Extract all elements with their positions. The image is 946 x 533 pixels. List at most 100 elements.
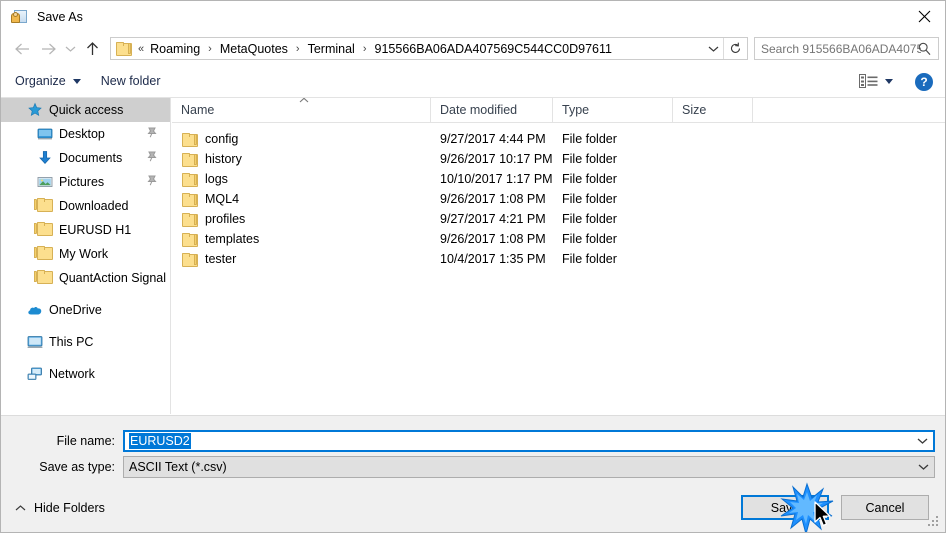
cancel-button[interactable]: Cancel [841, 495, 929, 520]
breadcrumb-item-terminal-id[interactable]: 915566BA06ADA407569C544CC0D97611 [373, 41, 614, 57]
save-as-dialog: Save As « Roaming › MetaQuotes › Termina… [0, 0, 946, 533]
save-label: Save [770, 500, 800, 515]
column-header-type[interactable]: Type [553, 98, 673, 123]
file-name-cell: config [172, 132, 431, 147]
pictures-icon [37, 174, 53, 190]
documents-icon [37, 150, 53, 166]
column-header-label: Date modified [440, 103, 518, 117]
column-header-row: Name Date modified Type Size [172, 98, 945, 123]
file-name-cell: profiles [172, 212, 431, 227]
table-row[interactable]: templates 9/26/2017 1:08 PM File folder [172, 229, 945, 249]
sidebar-item-quick-access[interactable]: Quick access [1, 98, 170, 122]
file-name-cell: MQL4 [172, 192, 431, 207]
file-name-label: tester [205, 252, 237, 266]
address-folder-icon [116, 41, 132, 56]
sidebar-item-eurusd-h1[interactable]: EURUSD H1 [1, 218, 170, 242]
save-as-type-dropdown-button[interactable] [912, 457, 934, 477]
folder-icon [34, 222, 53, 238]
window-title: Save As [37, 9, 83, 24]
file-rows-container: config 9/27/2017 4:44 PM File folder his… [172, 123, 945, 269]
search-box[interactable] [754, 37, 939, 60]
forward-button[interactable] [35, 36, 61, 62]
sidebar-item-desktop[interactable]: Desktop [1, 122, 170, 146]
search-input[interactable] [761, 41, 921, 56]
column-header-name[interactable]: Name [172, 98, 431, 123]
folder-icon [182, 132, 198, 147]
up-one-level-button[interactable] [79, 36, 105, 62]
file-name-input[interactable]: EURUSD2 [123, 430, 935, 452]
chevron-down-icon [65, 46, 75, 52]
sidebar-item-documents[interactable]: Documents [1, 146, 170, 170]
folder-icon [182, 192, 198, 207]
file-date-cell: 9/27/2017 4:21 PM [440, 212, 546, 226]
file-type-cell: File folder [562, 252, 617, 266]
folder-icon [34, 246, 53, 262]
pin-icon [146, 127, 157, 141]
breadcrumb-separator[interactable]: › [357, 43, 373, 55]
back-button[interactable] [9, 36, 35, 62]
sidebar-item-pictures[interactable]: Pictures [1, 170, 170, 194]
close-button[interactable] [901, 1, 945, 32]
hide-folders-button[interactable]: Hide Folders [15, 501, 105, 515]
file-name-label: profiles [205, 212, 246, 226]
file-type-cell: File folder [562, 152, 617, 166]
sidebar-item-network[interactable]: Network [1, 362, 170, 386]
file-name-cell: logs [172, 172, 431, 187]
table-row[interactable]: logs 10/10/2017 1:17 PM File folder [172, 169, 945, 189]
sidebar-item-label: OneDrive [49, 303, 102, 317]
column-header-date-modified[interactable]: Date modified [431, 98, 553, 123]
save-as-type-select[interactable]: ASCII Text (*.csv) [123, 456, 935, 478]
recent-locations-button[interactable] [61, 36, 79, 62]
organize-button[interactable]: Organize [9, 70, 87, 92]
up-arrow-icon [86, 41, 98, 55]
table-row[interactable]: profiles 9/27/2017 4:21 PM File folder [172, 209, 945, 229]
table-row[interactable]: MQL4 9/26/2017 1:08 PM File folder [172, 189, 945, 209]
column-header-size[interactable]: Size [673, 98, 753, 123]
address-bar[interactable]: « Roaming › MetaQuotes › Terminal › 9155… [110, 37, 748, 60]
save-button[interactable]: Save [741, 495, 829, 520]
search-icon [918, 42, 931, 59]
table-row[interactable]: history 9/26/2017 10:17 PM File folder [172, 149, 945, 169]
sidebar-item-this-pc[interactable]: This PC [1, 330, 170, 354]
breadcrumb-item-metaquotes[interactable]: MetaQuotes [218, 41, 290, 57]
title-bar: Save As [1, 1, 945, 32]
file-name-label: logs [205, 172, 228, 186]
forward-arrow-icon [41, 43, 56, 54]
sidebar-item-my-work[interactable]: My Work [1, 242, 170, 266]
help-button[interactable]: ? [915, 72, 933, 91]
table-row[interactable]: tester 10/4/2017 1:35 PM File folder [172, 249, 945, 269]
refresh-button[interactable] [723, 38, 747, 59]
file-type-cell: File folder [562, 132, 617, 146]
network-icon [27, 366, 43, 382]
breadcrumb-overflow[interactable]: « [132, 43, 148, 55]
file-type-cell: File folder [562, 232, 617, 246]
breadcrumb-separator[interactable]: › [202, 43, 218, 55]
command-toolbar: Organize New folder ? [1, 65, 945, 98]
save-as-type-value: ASCII Text (*.csv) [129, 460, 227, 474]
address-dropdown-button[interactable] [703, 38, 723, 59]
back-arrow-icon [14, 43, 29, 54]
new-folder-button[interactable]: New folder [95, 70, 167, 92]
file-date-cell: 10/10/2017 1:17 PM [440, 172, 553, 186]
refresh-icon [731, 42, 741, 53]
table-row[interactable]: config 9/27/2017 4:44 PM File folder [172, 129, 945, 149]
sidebar-item-onedrive[interactable]: OneDrive [1, 298, 170, 322]
navigation-sidebar[interactable]: Quick access Desktop Documents Pictures … [1, 98, 171, 414]
chevron-down-icon [885, 79, 893, 84]
navigation-bar: « Roaming › MetaQuotes › Terminal › 9155… [1, 32, 945, 65]
pin-icon [146, 175, 157, 189]
change-view-button[interactable] [855, 71, 897, 92]
breadcrumb-item-roaming[interactable]: Roaming [148, 41, 202, 57]
file-date-cell: 9/26/2017 10:17 PM [440, 152, 553, 166]
folder-icon [182, 252, 198, 267]
folder-icon [182, 172, 198, 187]
sidebar-item-quantaction-signal[interactable]: QuantAction Signal [1, 266, 170, 290]
breadcrumb-item-terminal[interactable]: Terminal [306, 41, 357, 57]
breadcrumb-separator[interactable]: › [290, 43, 306, 55]
file-name-dropdown-button[interactable] [911, 432, 933, 450]
sidebar-item-downloaded[interactable]: Downloaded [1, 194, 170, 218]
file-name-label: config [205, 132, 239, 146]
file-name-label: history [205, 152, 242, 166]
